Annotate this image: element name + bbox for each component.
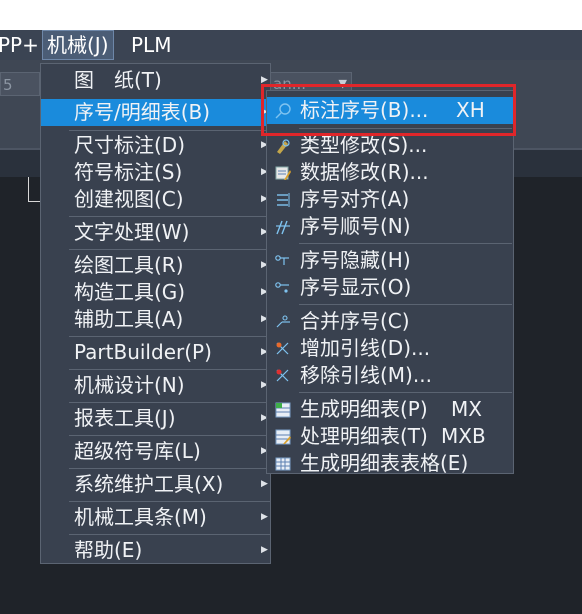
submenu-item-type-edit[interactable]: 类型修改(S)... <box>267 132 513 159</box>
submenu-item-merge[interactable]: 合并序号(C) <box>267 308 513 335</box>
menu-separator <box>69 336 270 337</box>
menubar: PP+ 机械(J) PLM <box>0 30 582 60</box>
menubar-mechanical[interactable]: 机械(J) <box>42 30 114 60</box>
submenu-item-label: 序号顺号(N) <box>300 214 411 238</box>
submenu-item-label: 序号隐藏(H) <box>300 248 411 272</box>
submenu-item-add-leader[interactable]: 增加引线(D)... <box>267 335 513 362</box>
menu-separator <box>69 435 270 436</box>
menu-item-report-tools[interactable]: 报表工具(J) ▶ <box>41 405 270 432</box>
chevron-right-icon: ▶ <box>261 545 268 555</box>
bom-table-icon <box>275 457 291 471</box>
submenu-shortcut: MX <box>451 397 482 421</box>
submenu-item-label: 合并序号(C) <box>300 309 410 333</box>
toolbar-combo-left[interactable]: 5 <box>0 72 40 96</box>
menu-separator <box>69 369 270 370</box>
menu-separator <box>299 304 512 305</box>
menu-item-text[interactable]: 文字处理(W) ▶ <box>41 219 270 246</box>
menu-item-dimension[interactable]: 尺寸标注(D) ▶ <box>41 132 270 159</box>
menu-item-super-symbol-lib[interactable]: 超级符号库(L) ▶ <box>41 438 270 465</box>
submenu-item-renumber[interactable]: 序号顺号(N) <box>267 213 513 240</box>
menu-item-draw-tools[interactable]: 绘图工具(R) ▶ <box>41 252 270 279</box>
menu-separator <box>69 402 270 403</box>
menu-item-label: 构造工具(G) <box>74 280 186 304</box>
submenu-shortcut: MXB <box>441 424 486 448</box>
menu-item-mech-toolbar[interactable]: 机械工具条(M) ▶ <box>41 504 270 531</box>
align-icon <box>277 193 290 207</box>
menu-separator <box>69 501 270 502</box>
menu-item-label: 序号/明细表(B) <box>74 100 211 124</box>
submenu-item-label: 移除引线(M)... <box>300 363 432 387</box>
combo-left-value: 5 <box>3 76 13 94</box>
menu-separator <box>69 249 270 250</box>
menu-item-drawing[interactable]: 图 纸(T) ▶ <box>41 67 270 94</box>
menubar-app[interactable]: PP+ <box>0 30 39 60</box>
menu-item-balloon-bom[interactable]: 序号/明细表(B) ▶ <box>41 99 270 126</box>
merge-icon <box>276 315 290 328</box>
data-edit-icon <box>275 166 291 180</box>
submenu-item-label: 生成明细表(P) <box>300 397 428 421</box>
menu-item-label: 超级符号库(L) <box>74 439 201 463</box>
submenu-item-hide[interactable]: 序号隐藏(H) <box>267 247 513 274</box>
submenu-item-label: 序号显示(O) <box>300 275 412 299</box>
menu-item-label: 报表工具(J) <box>74 406 176 430</box>
menu-item-label: 帮助(E) <box>74 538 143 562</box>
menu-separator <box>299 243 512 244</box>
menu-separator <box>69 130 270 131</box>
submenu-item-label: 处理明细表(T) <box>300 424 428 448</box>
menu-item-label: 绘图工具(R) <box>74 253 184 277</box>
menu-item-label: 图 纸(T) <box>74 68 162 92</box>
menu-item-label: 系统维护工具(X) <box>74 472 224 496</box>
submenu-item-label: 数据修改(R)... <box>300 160 429 184</box>
menu-item-mech-design[interactable]: 机械设计(N) ▶ <box>41 372 270 399</box>
process-bom-icon <box>275 429 291 445</box>
add-leader-icon <box>276 342 289 355</box>
menu-item-label: 创建视图(C) <box>74 187 184 211</box>
mechanical-menu: 图 纸(T) ▶ 序号/明细表(B) ▶ 尺寸标注(D) ▶ 符号标注(S) ▶ 创建视… <box>40 63 271 564</box>
menu-item-partbuilder[interactable]: PartBuilder(P) ▶ <box>41 339 270 366</box>
menu-item-label: 尺寸标注(D) <box>74 133 186 157</box>
menu-item-label: 辅助工具(A) <box>74 307 184 331</box>
chevron-right-icon: ▶ <box>261 512 268 522</box>
submenu-item-label: 序号对齐(A) <box>300 187 410 211</box>
submenu-item-label: 生成明细表表格(E) <box>300 451 469 475</box>
menu-separator <box>69 216 270 217</box>
renumber-icon <box>276 220 290 235</box>
submenu-item-bom-table[interactable]: 生成明细表表格(E) <box>267 450 513 477</box>
menu-item-system-maintenance[interactable]: 系统维护工具(X) ▶ <box>41 471 270 498</box>
remove-leader-icon <box>276 369 289 382</box>
generate-bom-icon <box>275 402 291 418</box>
submenu-item-remove-leader[interactable]: 移除引线(M)... <box>267 362 513 389</box>
balloon-bom-submenu: 标注序号(B)... XH 类型修改(S)... 数据修改(R)... 序号对齐… <box>266 90 514 477</box>
menu-item-label: PartBuilder(P) <box>74 340 212 364</box>
menu-separator <box>69 534 270 535</box>
type-edit-icon <box>277 139 290 154</box>
menubar-plm[interactable]: PLM <box>131 30 171 60</box>
menu-item-help[interactable]: 帮助(E) ▶ <box>41 537 270 564</box>
submenu-item-data-edit[interactable]: 数据修改(R)... <box>267 159 513 186</box>
submenu-item-process-bom[interactable]: 处理明细表(T) MXB <box>267 423 513 450</box>
menu-item-label: 文字处理(W) <box>74 220 190 244</box>
menu-item-label: 机械工具条(M) <box>74 505 207 529</box>
menu-item-construct-tools[interactable]: 构造工具(G) ▶ <box>41 279 270 306</box>
menu-separator <box>69 468 270 469</box>
menu-item-create-view[interactable]: 创建视图(C) ▶ <box>41 186 270 213</box>
submenu-item-align[interactable]: 序号对齐(A) <box>267 186 513 213</box>
submenu-item-show[interactable]: 序号显示(O) <box>267 274 513 301</box>
highlight-annotation-box <box>261 84 516 136</box>
menu-separator <box>299 392 512 393</box>
show-icon <box>275 282 289 293</box>
menu-item-aux-tools[interactable]: 辅助工具(A) ▶ <box>41 306 270 333</box>
menu-item-symbol[interactable]: 符号标注(S) ▶ <box>41 159 270 186</box>
submenu-item-generate-bom[interactable]: 生成明细表(P) MX <box>267 396 513 423</box>
hide-icon <box>275 255 289 265</box>
menu-item-label: 符号标注(S) <box>74 160 183 184</box>
submenu-item-label: 类型修改(S)... <box>300 133 428 157</box>
menu-item-label: 机械设计(N) <box>74 373 185 397</box>
submenu-item-label: 增加引线(D)... <box>300 336 431 360</box>
